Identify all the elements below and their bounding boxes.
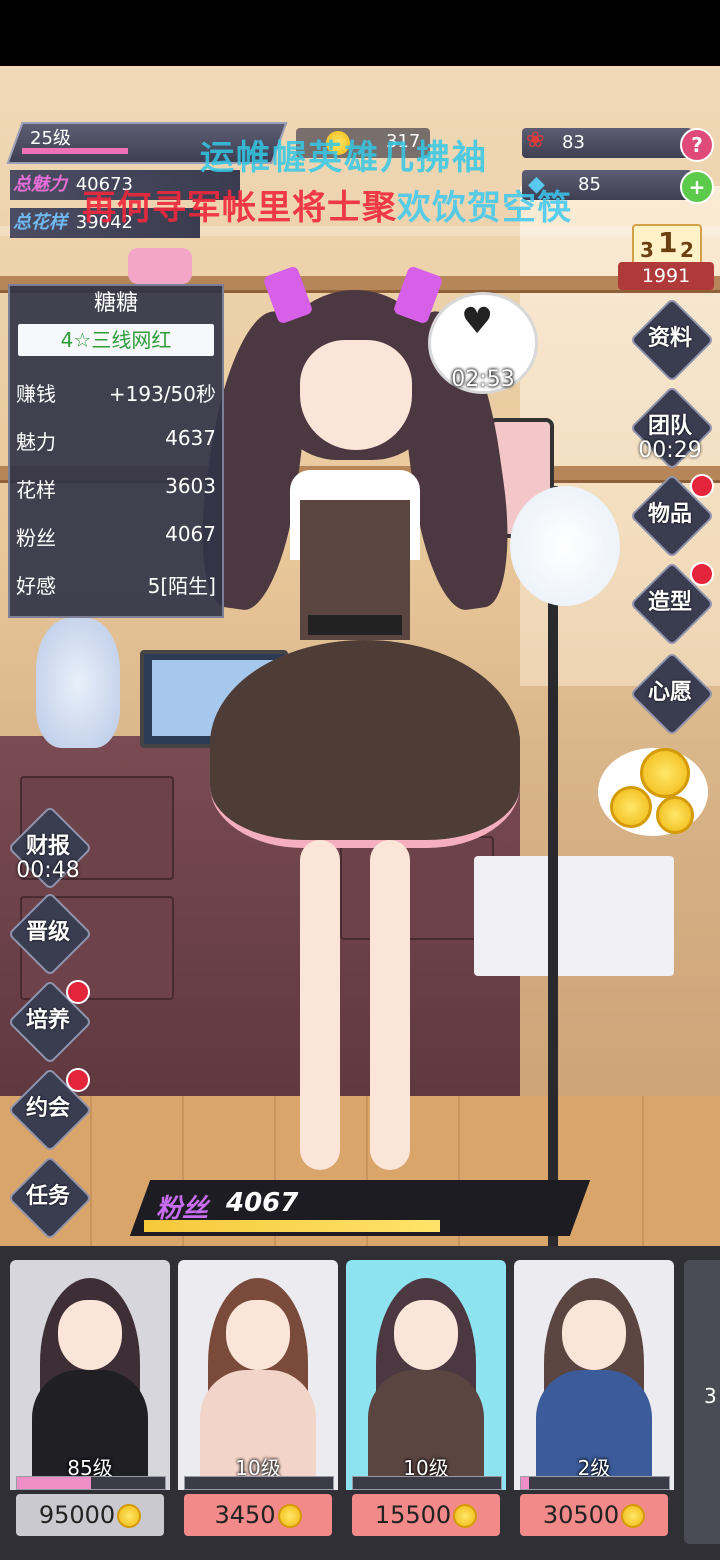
skirt	[210, 640, 520, 848]
fans-label: 粉丝	[156, 1194, 209, 1224]
slot-progress	[521, 1477, 529, 1489]
overlay-text-red: 再何寻军帐里将士聚	[82, 188, 397, 228]
slot-progress	[17, 1477, 91, 1489]
roses-counter: ❀ 83	[522, 128, 692, 158]
overlay-text-line1: 运帷幄英雄几拂袖	[200, 138, 488, 178]
help-button[interactable]: ?	[680, 128, 714, 162]
finance-report-button[interactable]: 财报 00:48	[7, 805, 93, 891]
wish-button[interactable]: 心愿	[629, 651, 715, 737]
partial-slot-text: 3	[704, 1384, 717, 1408]
fans-value: 4067	[226, 1188, 299, 1218]
coin-collect-bubble[interactable]	[598, 748, 708, 836]
notification-dot	[66, 980, 90, 1004]
card-row-fans: 粉丝 4067	[16, 522, 216, 550]
slot-price-button[interactable]: 3450	[184, 1494, 332, 1536]
card-row-charm: 魅力 4637	[16, 426, 216, 454]
coin-icon	[656, 796, 694, 834]
coin-icon	[610, 786, 652, 828]
fans-progress: 粉丝 4067	[129, 1180, 591, 1238]
main-character[interactable]	[170, 265, 570, 1230]
character-name: 糖糖	[93, 291, 138, 316]
total-charm-label: 总魅力	[13, 174, 67, 195]
rose-icon: ❀	[526, 128, 545, 153]
card-row-style: 花样 3603	[16, 474, 216, 502]
card-row-affection: 好感 5[陌生]	[16, 574, 216, 598]
heart-icon: ♥	[461, 301, 494, 342]
profile-button[interactable]: 资料	[629, 297, 715, 383]
coin-icon	[277, 1504, 302, 1528]
roster-slot[interactable]: 85级 95000	[10, 1260, 170, 1544]
roses-value: 83	[562, 132, 585, 153]
notification-dot	[690, 474, 714, 498]
bow-icon	[128, 248, 192, 284]
roster-slot[interactable]: 2级 30500	[514, 1260, 674, 1544]
heart-bubble[interactable]: ♥ 02:53	[428, 292, 538, 394]
coin-icon	[621, 1504, 646, 1528]
overlay-text-line2: 再何寻军帐里将士聚欢饮贺空筷	[82, 180, 572, 229]
character-info-card: 糖糖 4☆三线网红 赚钱 +193/50秒 魅力 4637 花样 3603 粉丝 406…	[8, 284, 224, 618]
total-style-label: 总花样	[13, 212, 67, 233]
overlay-text-cyan: 欢饮贺空筷	[397, 188, 572, 228]
roster-slot-partial[interactable]: 3	[684, 1260, 720, 1544]
level-label: 25级	[30, 128, 71, 149]
coin-icon	[117, 1504, 142, 1528]
tasks-button[interactable]: 任务	[7, 1155, 93, 1241]
character-rank-title: 4☆三线网红	[18, 324, 214, 356]
notification-dot	[66, 1068, 90, 1092]
coin-icon	[453, 1504, 478, 1528]
team-button[interactable]: 团队 00:29	[629, 385, 715, 471]
notification-dot	[690, 562, 714, 586]
slot-price-button[interactable]: 95000	[16, 1494, 164, 1536]
ranking-button[interactable]: 3 1 2 1991	[618, 208, 714, 290]
rank-value: 1991	[618, 262, 714, 290]
roster-slot[interactable]: 10级 3450	[178, 1260, 338, 1544]
belt	[308, 615, 402, 635]
slot-price-button[interactable]: 30500	[520, 1494, 668, 1536]
card-row-earn: 赚钱 +193/50秒	[16, 382, 216, 406]
slot-price-button[interactable]: 15500	[352, 1494, 500, 1536]
roster-slot-selected[interactable]: 10级 15500	[346, 1260, 506, 1544]
vase	[36, 618, 120, 748]
coin-icon	[640, 748, 690, 798]
diamonds-value: 85	[578, 174, 601, 195]
face	[300, 340, 412, 450]
bubble-timer: 02:53	[451, 367, 515, 392]
add-diamonds-button[interactable]: +	[680, 170, 714, 204]
promotion-button[interactable]: 晋级	[7, 891, 93, 977]
